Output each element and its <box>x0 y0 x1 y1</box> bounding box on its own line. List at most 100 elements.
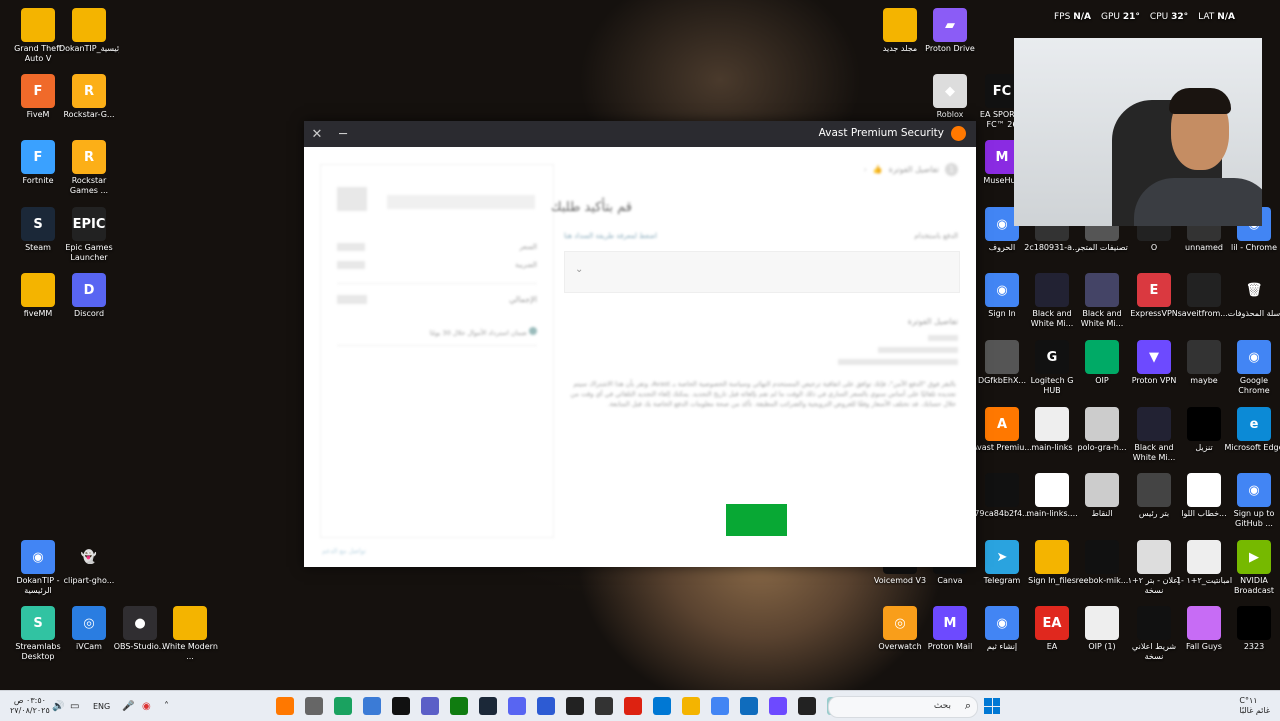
app-icon: F <box>21 74 55 108</box>
window-titlebar[interactable]: ✕ ─ Avast Premium Security <box>304 121 976 147</box>
weather-temp: ١١°C <box>1239 696 1258 705</box>
app-icon: 👻 <box>80 549 98 565</box>
app-icon: ◉ <box>1237 340 1271 374</box>
app-icon <box>21 8 55 42</box>
desktop-icon[interactable]: ◉ Sign up to GitHub ... <box>1224 473 1280 529</box>
start-tile-icon <box>984 706 992 714</box>
weather-widget[interactable]: ١١°C غائم غالبًا <box>1239 691 1270 721</box>
desktop-icon-label: Discord <box>73 309 105 318</box>
app-icon <box>1085 606 1119 640</box>
desktop-icon[interactable]: R Rockstar-G... <box>59 74 119 120</box>
desktop-icon-label: White Modern ... <box>162 642 218 661</box>
taskbar-app-epic-icon[interactable] <box>566 697 584 715</box>
secure-pay-button[interactable] <box>726 504 787 536</box>
tax-label: الضريبة <box>515 261 537 269</box>
total-label: الإجمالي <box>509 295 537 304</box>
desktop-icon[interactable]: ◆ Roblox <box>920 74 980 120</box>
desktop-icon[interactable]: D Discord <box>59 273 119 319</box>
total-value <box>337 295 367 304</box>
taskbar-app-xbox-icon[interactable] <box>450 697 468 715</box>
desktop-icon[interactable]: ▰ Proton Drive <box>920 8 980 54</box>
volume-icon[interactable]: 🔊 <box>52 691 64 721</box>
app-icon: A <box>985 407 1019 441</box>
app-icon: G <box>1035 340 1069 374</box>
fps-label: FPS <box>1054 12 1071 22</box>
app-icon: ● <box>123 606 157 640</box>
microphone-icon[interactable]: 🎤 <box>122 691 134 721</box>
taskbar-app-game-icon[interactable] <box>595 697 613 715</box>
app-icon: ◎ <box>72 606 106 640</box>
desktop-icon[interactable]: ▶ NVIDIA Broadcast <box>1224 540 1280 596</box>
legal-text: بالنقر فوق "الدفع الآمن"، فإنك توافق على… <box>570 380 956 408</box>
price-label: السعر <box>519 243 537 251</box>
app-icon <box>21 273 55 307</box>
payment-method-select[interactable]: ⌄ <box>564 251 960 293</box>
app-icon <box>1035 407 1069 441</box>
app-icon: ◎ <box>883 606 917 640</box>
app-icon <box>985 340 1019 374</box>
guarantee-text: ضمان استرداد الأموال خلال 30 يومًا <box>430 327 537 337</box>
app-icon <box>1085 407 1119 441</box>
support-link[interactable]: تواصل مع الدعم <box>322 547 366 555</box>
taskbar-app-outlook-icon[interactable] <box>740 697 758 715</box>
desktop-icon[interactable]: e Microsoft Edge <box>1224 407 1280 453</box>
app-icon <box>1237 606 1271 640</box>
taskbar-app-headset-icon[interactable] <box>537 697 555 715</box>
desktop-icon[interactable]: Black and White Mi... <box>1072 273 1132 329</box>
desktop-icon-label: Google Chrome <box>1238 376 1270 395</box>
desktop-icon[interactable]: 👻 clipart-gho... <box>59 540 119 586</box>
app-icon: ◉ <box>985 606 1019 640</box>
taskbar-app-settings-icon[interactable] <box>305 697 323 715</box>
taskbar-app-store-icon[interactable] <box>653 697 671 715</box>
desktop-icon[interactable]: OIP (1) <box>1072 606 1132 652</box>
payment-help-link[interactable]: اضغط لمعرفة طريقة السداد هنا <box>564 232 657 240</box>
desktop-icon[interactable]: DokanTIP_الرئيسية_files <box>59 8 119 54</box>
taskbar-app-teams-icon[interactable] <box>421 697 439 715</box>
app-icon <box>1035 473 1069 507</box>
app-icon: R <box>72 74 106 108</box>
taskbar-app-rockstar-icon[interactable] <box>624 697 642 715</box>
taskbar-app-steam-icon[interactable] <box>479 697 497 715</box>
minimize-icon[interactable]: ─ <box>330 127 356 142</box>
taskbar-app-maps-icon[interactable] <box>334 697 352 715</box>
clock[interactable]: ٠٣:٥٠ ص ٢٧/٠٨/٢٠٢٥ <box>10 691 50 721</box>
taskbar-app-explorer-icon[interactable] <box>682 697 700 715</box>
monitor-icon[interactable]: ▭ <box>70 691 79 721</box>
desktop-icon-label: reebok-mik... <box>1075 576 1129 585</box>
desktop-icon[interactable]: النقاط <box>1072 473 1132 519</box>
desktop-icon[interactable]: polo-gra-h... <box>1072 407 1132 453</box>
desktop-icon[interactable]: EPIC Epic Games Launcher <box>59 207 119 263</box>
desktop-icon[interactable]: reebok-mik... <box>1072 540 1132 586</box>
desktop-icon[interactable]: White Modern ... <box>160 606 220 662</box>
back-chevron-icon[interactable]: ‹ <box>864 165 867 174</box>
close-icon[interactable]: ✕ <box>304 127 330 142</box>
taskbar-search[interactable]: بحث ⌕ <box>828 696 978 718</box>
billing-line-3 <box>838 359 958 365</box>
record-icon[interactable]: ◉ <box>142 691 151 721</box>
desktop-icon[interactable]: M Proton Mail <box>920 606 980 652</box>
taskbar-app-avast-icon[interactable] <box>276 697 294 715</box>
gpu-value: 21° <box>1122 12 1140 22</box>
desktop-icon[interactable]: 2323 <box>1224 606 1280 652</box>
start-button[interactable] <box>984 698 1000 714</box>
language-indicator[interactable]: ENG <box>93 691 110 721</box>
app-icon: EA <box>1035 606 1069 640</box>
tray-overflow-chevron-icon[interactable]: ˄ <box>164 691 169 721</box>
taskbar-app-terminal-icon[interactable] <box>798 697 816 715</box>
taskbar-app-notepad-icon[interactable] <box>363 697 381 715</box>
desktop-icon[interactable]: R Rockstar Games ... <box>59 140 119 196</box>
desktop-icon[interactable]: 🗑 سلة المحذوفات <box>1224 273 1280 319</box>
desktop-icon-label: OIP <box>1095 376 1109 385</box>
taskbar-app-steam-alt-icon[interactable] <box>392 697 410 715</box>
taskbar-app-chrome-icon[interactable] <box>711 697 729 715</box>
avast-logo-icon <box>951 126 966 141</box>
app-icon <box>1137 606 1171 640</box>
desktop-icon-label: DokanTIP_الرئيسية_files <box>59 44 119 53</box>
desktop-icon[interactable]: ◉ Google Chrome <box>1224 340 1280 396</box>
app-icon <box>1137 473 1171 507</box>
taskbar-app-vpn-icon[interactable] <box>769 697 787 715</box>
lat-value: N/A <box>1217 12 1235 22</box>
desktop-icon[interactable]: OIP <box>1072 340 1132 386</box>
taskbar-app-discord-icon[interactable] <box>508 697 526 715</box>
app-icon <box>1187 340 1221 374</box>
